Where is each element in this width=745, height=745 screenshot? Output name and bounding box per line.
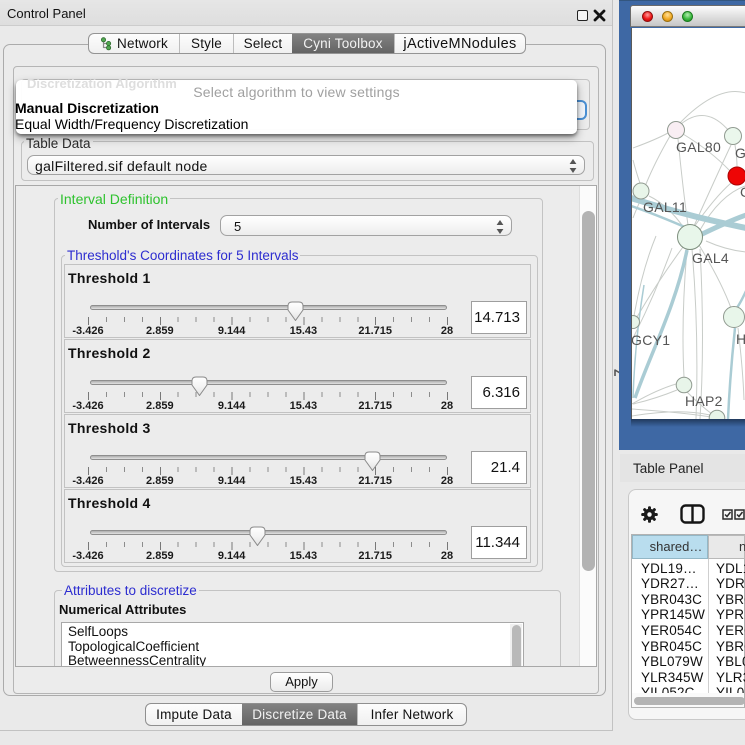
svg-text:H: H — [736, 331, 745, 347]
svg-text:C: C — [740, 184, 745, 200]
svg-text:GAL4: GAL4 — [692, 250, 729, 266]
svg-text:GA: GA — [735, 145, 745, 161]
svg-text:GCY1: GCY1 — [632, 332, 670, 348]
svg-text:HAP2: HAP2 — [685, 393, 723, 409]
svg-text:GAL11: GAL11 — [643, 199, 687, 215]
svg-text:GAL80: GAL80 — [676, 139, 721, 155]
